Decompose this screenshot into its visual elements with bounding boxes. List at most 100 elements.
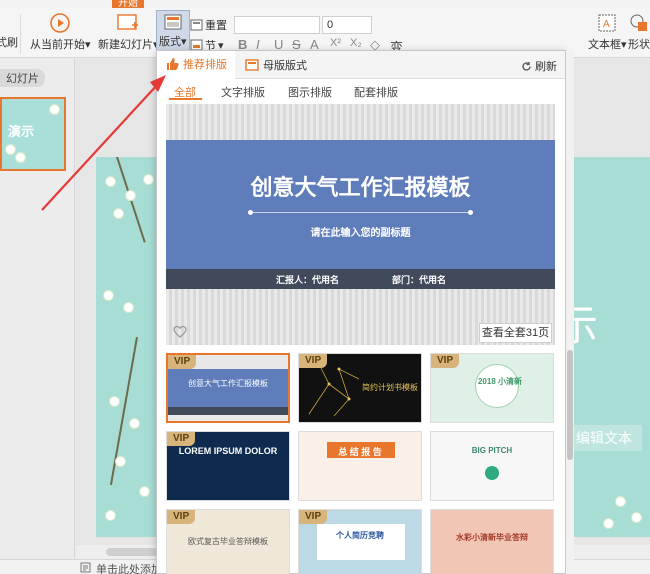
flower-decoration [106,177,115,186]
preview-title: 创意大气工作汇报模板 [250,176,471,201]
preview-divider-dot [248,210,253,215]
flower-decoration [114,209,123,218]
tab-recommended-layout[interactable]: 推荐排版 [157,51,235,79]
popup-vertical-scrollbar[interactable] [566,50,574,574]
template-title: 水彩小清新毕业答辩 [456,533,528,542]
start-from-current-button[interactable]: 从当前开始▾ [30,12,91,52]
refresh-label: 刷新 [535,61,557,73]
popup-scrollbar-thumb[interactable] [567,350,573,460]
shape-icon [630,14,647,31]
layout-label: 版式 [159,36,181,48]
template-card[interactable]: 简约计划书模板 VIP [298,353,422,423]
subtab-text-layout[interactable]: 文字排版 [221,84,265,100]
vip-badge: VIP [299,354,328,368]
flower-decoration [140,487,149,496]
template-card[interactable]: 总 结 报 告 [298,431,422,501]
popup-header: 推荐排版 母版版式 刷新 [157,51,565,79]
template-card[interactable]: BIG PITCH [430,431,554,501]
flower-decoration [104,291,113,300]
preview-title-band: 创意大气工作汇报模板 请在此输入您的副标题 [166,140,555,269]
vip-badge: VIP [299,510,328,524]
refresh-button[interactable]: 刷新 [521,58,557,74]
slide-edit-text-placeholder[interactable]: 编辑文本 [566,425,642,451]
notes-icon [80,562,91,573]
master-layout-icon [245,59,259,71]
vip-badge: VIP [167,510,196,524]
template-card[interactable]: 2018 小清新 VIP [430,353,554,423]
template-title: 欧式复古毕业答辩模板 [188,537,268,546]
flower-decoration [116,457,125,466]
layout-icon [164,14,182,30]
reset-icon [190,19,203,31]
layout-caret: ▾ [181,36,187,48]
shape-label: 形状 [628,39,650,51]
template-thumb-bar [168,407,288,415]
start-from-current-caret: ▾ [85,39,91,51]
flower-decoration [110,397,119,406]
start-from-current-label: 从当前开始 [30,39,85,51]
flower-decoration [124,303,133,312]
tab-master-layout[interactable]: 母版版式 [237,51,315,79]
format-painter-button[interactable]: 式刷 [0,32,18,50]
flower-decoration [604,519,613,528]
slides-tab-label: 幻灯片 [6,73,39,85]
heart-icon[interactable] [173,325,187,339]
layout-subtabs: 全部 文字排版 图示排版 配套排版 [157,79,565,103]
slide-thumbnail-text: 演示 [8,124,35,139]
subscript-button[interactable]: X₂ [350,37,362,49]
reset-button[interactable]: 重置 [190,17,227,33]
vip-badge: VIP [431,354,460,368]
ribbon-tab-strip: 开始 [0,0,650,8]
layout-preview[interactable]: 创意大气工作汇报模板 请在此输入您的副标题 汇报人：代用名 部门：代用名 [166,104,555,345]
thumbs-up-icon [167,58,179,70]
svg-text:A: A [603,19,610,30]
template-title: 个人简历竞聘 [336,531,384,540]
template-card[interactable]: 创意大气工作汇报模板 VIP [166,353,290,423]
flower-decoration [616,497,625,506]
new-slide-button[interactable]: 新建幻灯片▾ [98,12,159,52]
flower-decoration [16,153,25,162]
flower-decoration [144,175,153,184]
preview-subtitle: 请在此输入您的副标题 [310,228,411,239]
template-title: LOREM IPSUM DOLOR [178,446,278,456]
preview-divider-dot [468,210,473,215]
template-title: BIG PITCH [471,446,513,455]
textbox-button[interactable]: A 文本框▾ [588,12,627,52]
preview-info-bar [166,269,555,289]
template-card[interactable]: 欧式复古毕业答辩模板 VIP [166,509,290,574]
template-card[interactable]: LOREM IPSUM DOLOR VIP [166,431,290,501]
play-circle-icon [50,13,71,33]
layout-popup: 推荐排版 母版版式 刷新 全部 文字排版 图示排版 配套排版 创意大气工作汇报模… [156,50,566,574]
preview-divider-line [250,212,470,213]
view-all-button[interactable]: 查看全套31页 [479,323,552,343]
superscript-label: X² [330,37,341,49]
flower-decoration [50,105,59,114]
template-title: 创意大气工作汇报模板 [188,379,268,388]
flower-decoration [126,191,135,200]
slide-thumbnail-panel: 幻灯片 演示 [0,59,75,559]
subtab-matching-layout[interactable]: 配套排版 [354,84,398,100]
preview-department: 部门：代用名 [392,275,447,285]
superscript-button[interactable]: X² [330,37,341,49]
notes-placeholder: 单击此处添加 [96,564,162,574]
flower-decoration [130,419,139,428]
font-size-select[interactable]: 0 [322,16,372,34]
vip-badge: VIP [167,432,196,446]
preview-reporter: 汇报人：代用名 [276,275,340,285]
font-family-select[interactable] [234,16,320,34]
slides-tab[interactable]: 幻灯片 [0,69,45,87]
ribbon-tab-active[interactable]: 开始 [112,0,144,8]
textbox-icon: A [598,14,616,32]
ribbon-separator [20,14,21,54]
flower-decoration [106,511,115,520]
slide-thumbnail[interactable]: 演示 [0,97,66,171]
template-card[interactable]: 水彩小清新毕业答辩 [430,509,554,574]
subtab-diagram-layout[interactable]: 图示排版 [288,84,332,100]
template-dot [485,466,499,480]
shape-button[interactable]: 形状 [628,12,650,52]
tab-recommended-layout-label: 推荐排版 [183,59,227,71]
flower-decoration [632,513,641,522]
template-card[interactable]: 个人简历竞聘 VIP [298,509,422,574]
layout-button[interactable]: 版式▾ [156,10,190,51]
new-slide-label: 新建幻灯片 [98,39,153,51]
